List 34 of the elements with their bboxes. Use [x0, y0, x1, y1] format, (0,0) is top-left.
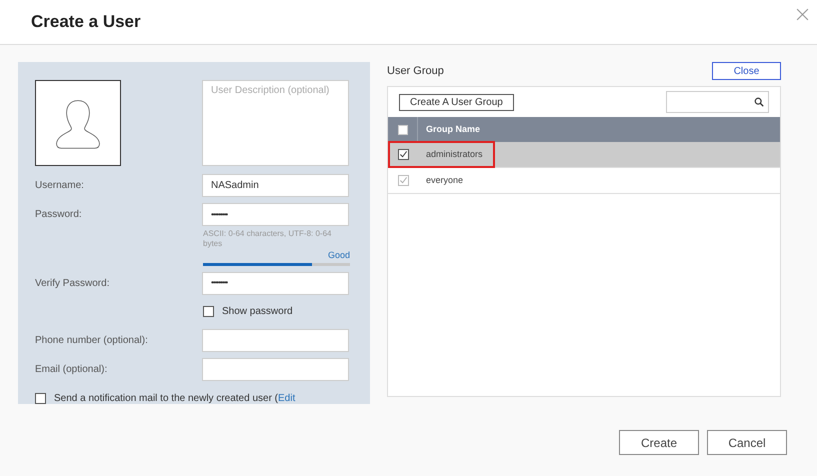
group-name: administrators — [425, 148, 483, 161]
search-icon — [754, 97, 764, 107]
group-row[interactable]: administrators — [388, 142, 780, 168]
field-label: Username: — [35, 179, 84, 193]
window-title: Create a User — [31, 11, 141, 34]
input-field[interactable]: ••••••••• — [202, 203, 349, 226]
input-field[interactable] — [202, 358, 349, 380]
input-field[interactable] — [202, 328, 349, 352]
close-button[interactable]: Close — [712, 62, 781, 80]
input-field[interactable]: NASadmin — [202, 174, 349, 197]
field-label: Email (optional): — [35, 362, 108, 376]
close-icon[interactable] — [796, 8, 809, 21]
search-field[interactable] — [666, 91, 769, 113]
notify-checkbox[interactable] — [35, 392, 46, 404]
section-title: User Group — [387, 64, 444, 79]
column-header: Group Name — [425, 122, 480, 136]
dialog-button[interactable]: Cancel — [707, 430, 787, 455]
notify-label: Send a notification mail to the newly created user (Edit — [54, 392, 296, 404]
field-label: Password: — [35, 208, 82, 222]
group-name: everyone — [425, 174, 464, 187]
select-all-checkbox[interactable] — [398, 124, 408, 134]
avatar-frame[interactable] — [35, 80, 121, 166]
description-field[interactable]: User Description (optional) — [202, 80, 349, 166]
show-password-checkbox[interactable] — [203, 306, 214, 317]
field-label: Phone number (optional): — [35, 334, 148, 348]
edit-link[interactable]: Edit — [278, 392, 296, 404]
checkbox-label: Show password — [222, 305, 293, 319]
create-group-button[interactable]: Create A User Group — [399, 94, 514, 110]
row-checkbox[interactable] — [398, 149, 408, 160]
dialog-button[interactable]: Create — [619, 430, 699, 455]
strength-label: Good — [328, 249, 350, 262]
input-field[interactable]: ••••••••• — [202, 272, 349, 294]
field-label: Verify Password: — [35, 276, 110, 290]
password-hint: ASCII: 0-64 characters, UTF-8: 0-64 bytes — [203, 229, 332, 249]
